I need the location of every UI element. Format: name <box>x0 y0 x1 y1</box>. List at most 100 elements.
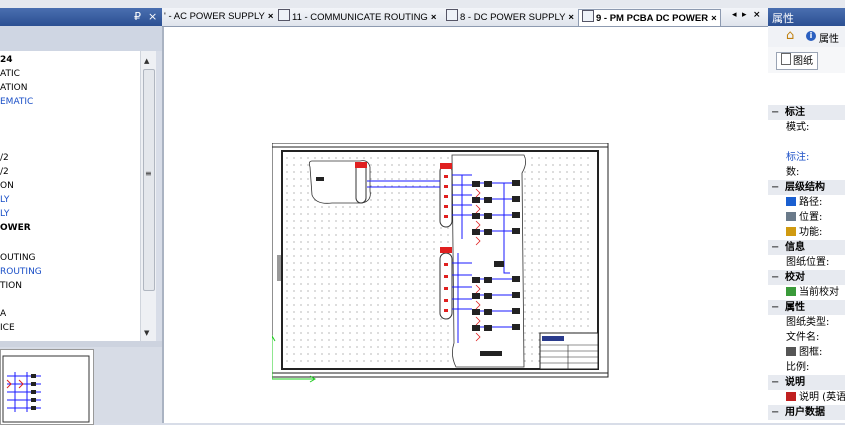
property-category[interactable]: − 说明 <box>768 375 845 390</box>
tab-pm-pcba-dc-power[interactable]: 9 - PM PCBA DC POWER × <box>578 9 721 26</box>
tree-item[interactable]: LY <box>0 195 9 205</box>
property-category[interactable]: − 标注 <box>768 105 845 120</box>
tab-close-icon[interactable]: × <box>431 12 437 23</box>
property-row[interactable]: 比例: <box>768 360 845 375</box>
tab-dc-power-supply[interactable]: 8 - DC POWER SUPPLY × <box>446 9 574 25</box>
property-row[interactable]: 文件名: <box>768 330 845 345</box>
property-row[interactable]: 图纸位置: <box>768 255 845 270</box>
property-row[interactable]: 图框: <box>768 345 845 360</box>
tree-item[interactable]: EMATIC <box>0 97 33 107</box>
property-label-text: 位置: <box>799 212 823 223</box>
tree-item[interactable]: /2 <box>0 153 9 163</box>
collapse-icon[interactable]: − <box>771 270 779 285</box>
property-category-label: 属性 <box>785 302 805 313</box>
tab-next-icon[interactable]: ▸ <box>742 10 747 20</box>
property-category[interactable]: − 层级结构 <box>768 180 845 195</box>
property-category-label: 说明 <box>785 377 805 388</box>
tree-item[interactable]: ATION <box>0 83 27 93</box>
property-label-text: 文件名: <box>786 332 820 343</box>
schematic-sheet[interactable] <box>272 143 612 388</box>
tree-item[interactable]: ON <box>0 181 14 191</box>
tab-close-all-icon[interactable]: × <box>753 10 761 20</box>
collapse-icon[interactable]: − <box>771 180 779 195</box>
properties-toolbar-label[interactable]: 属性 <box>819 30 839 45</box>
property-label: 说明 (英语 <box>786 390 845 405</box>
property-label: 图纸位置: <box>786 255 829 270</box>
path-icon <box>786 197 796 206</box>
property-label-text: 标注: <box>786 152 810 163</box>
close-icon[interactable]: × <box>148 10 157 23</box>
property-category-label: 信息 <box>785 242 805 253</box>
property-label-text: 数: <box>786 167 800 178</box>
tab-close-icon[interactable]: × <box>711 13 717 24</box>
property-row[interactable]: 图纸类型: <box>768 315 845 330</box>
property-label-text: 比例: <box>786 362 810 373</box>
tree-item[interactable]: A <box>0 309 6 319</box>
property-category[interactable]: − 校对 <box>768 270 845 285</box>
tab-close-icon[interactable]: × <box>268 11 274 22</box>
property-row[interactable]: 当前校对 <box>768 285 845 300</box>
tab-paper-label: 图纸 <box>793 56 813 67</box>
property-label-text: 图框: <box>799 347 823 358</box>
property-label: 文件名: <box>786 330 819 345</box>
collapse-icon[interactable]: − <box>771 405 779 420</box>
tree-item[interactable]: ATIC <box>0 69 20 79</box>
info-icon[interactable]: i <box>806 31 816 41</box>
scroll-up-arrow-icon[interactable]: ▲ <box>144 57 149 65</box>
tab-ac-power-supply[interactable]: ' - AC POWER SUPPLY × <box>164 9 273 25</box>
page-tree[interactable]: 24 ATIC ATION EMATIC/2/2 ON LY LY OWER OUTING RO… <box>0 51 140 341</box>
preview-drawing <box>2 355 90 423</box>
tree-item[interactable]: OUTING <box>0 253 36 263</box>
tab-prev-icon[interactable]: ◂ <box>732 10 737 20</box>
scroll-grip-icon: ≡ <box>145 169 152 178</box>
property-row[interactable]: 位置: <box>768 210 845 225</box>
collapse-icon[interactable]: − <box>771 300 779 315</box>
property-row[interactable]: 说明 (英语 <box>768 390 845 405</box>
property-category[interactable]: − 信息 <box>768 240 845 255</box>
property-label: 位置: <box>786 210 822 225</box>
property-label: 图框: <box>786 345 822 360</box>
property-label-text: 图纸位置: <box>786 257 830 268</box>
tab-label: 11 - COMMUNICATE ROUTING <box>292 12 428 23</box>
property-label-text: 图纸类型: <box>786 317 830 328</box>
property-label-text: 功能: <box>799 227 823 238</box>
tree-scrollbar[interactable]: ▲ ≡ ▼ <box>140 51 156 341</box>
collapse-icon[interactable]: − <box>771 375 779 390</box>
property-category[interactable]: − 用户数据 <box>768 405 845 420</box>
tab-label: ' - AC POWER SUPPLY <box>164 11 265 22</box>
pin-icon[interactable]: ₽ <box>134 10 141 23</box>
property-label: 图纸类型: <box>786 315 829 330</box>
property-grid[interactable]: − 标注 模式: 标注: 数: − 层级结构 路径: 位置: 功能: − 信息 图纸位置: − 校对 当前校对… <box>768 105 845 423</box>
property-row[interactable]: 数: <box>768 165 845 180</box>
property-row[interactable]: 路径: <box>768 195 845 210</box>
property-category-label: 用户数据 <box>785 407 825 418</box>
property-label-text: 路径: <box>799 197 823 208</box>
tree-item[interactable]: OWER <box>0 223 31 233</box>
schematic-page-icon <box>446 9 458 21</box>
document-tab-bar: ' - AC POWER SUPPLY × 11 - COMMUNICATE RO… <box>162 8 768 27</box>
tab-close-icon[interactable]: × <box>568 12 574 23</box>
schematic-page-icon <box>582 10 594 22</box>
properties-spacer <box>768 73 845 105</box>
tab-label: 9 - PM PCBA DC POWER <box>596 13 709 24</box>
tree-item[interactable]: LY <box>0 209 9 219</box>
page-preview-thumbnail[interactable] <box>0 349 94 425</box>
property-category-label: 校对 <box>785 272 805 283</box>
tree-item[interactable]: ROUTING <box>0 267 42 277</box>
scroll-down-arrow-icon[interactable]: ▼ <box>144 329 149 337</box>
tree-item[interactable]: /2 <box>0 167 9 177</box>
property-row[interactable]: 功能: <box>768 225 845 240</box>
collapse-icon[interactable]: − <box>771 105 779 120</box>
collapse-icon[interactable]: − <box>771 240 779 255</box>
scroll-thumb[interactable] <box>143 69 155 291</box>
tree-item[interactable]: TION <box>0 281 22 291</box>
property-row[interactable]: 模式: <box>768 120 845 135</box>
property-label-text: 说明 (英语 <box>799 392 845 403</box>
property-row[interactable]: 标注: <box>768 150 845 165</box>
property-category[interactable]: − 属性 <box>768 300 845 315</box>
tree-item[interactable]: ICE <box>0 323 15 333</box>
home-icon[interactable]: ⌂ <box>786 28 794 43</box>
tab-communicate-routing[interactable]: 11 - COMMUNICATE ROUTING × <box>278 9 436 25</box>
tab-paper[interactable]: 图纸 <box>776 52 818 70</box>
tree-item[interactable]: 24 <box>0 55 13 65</box>
